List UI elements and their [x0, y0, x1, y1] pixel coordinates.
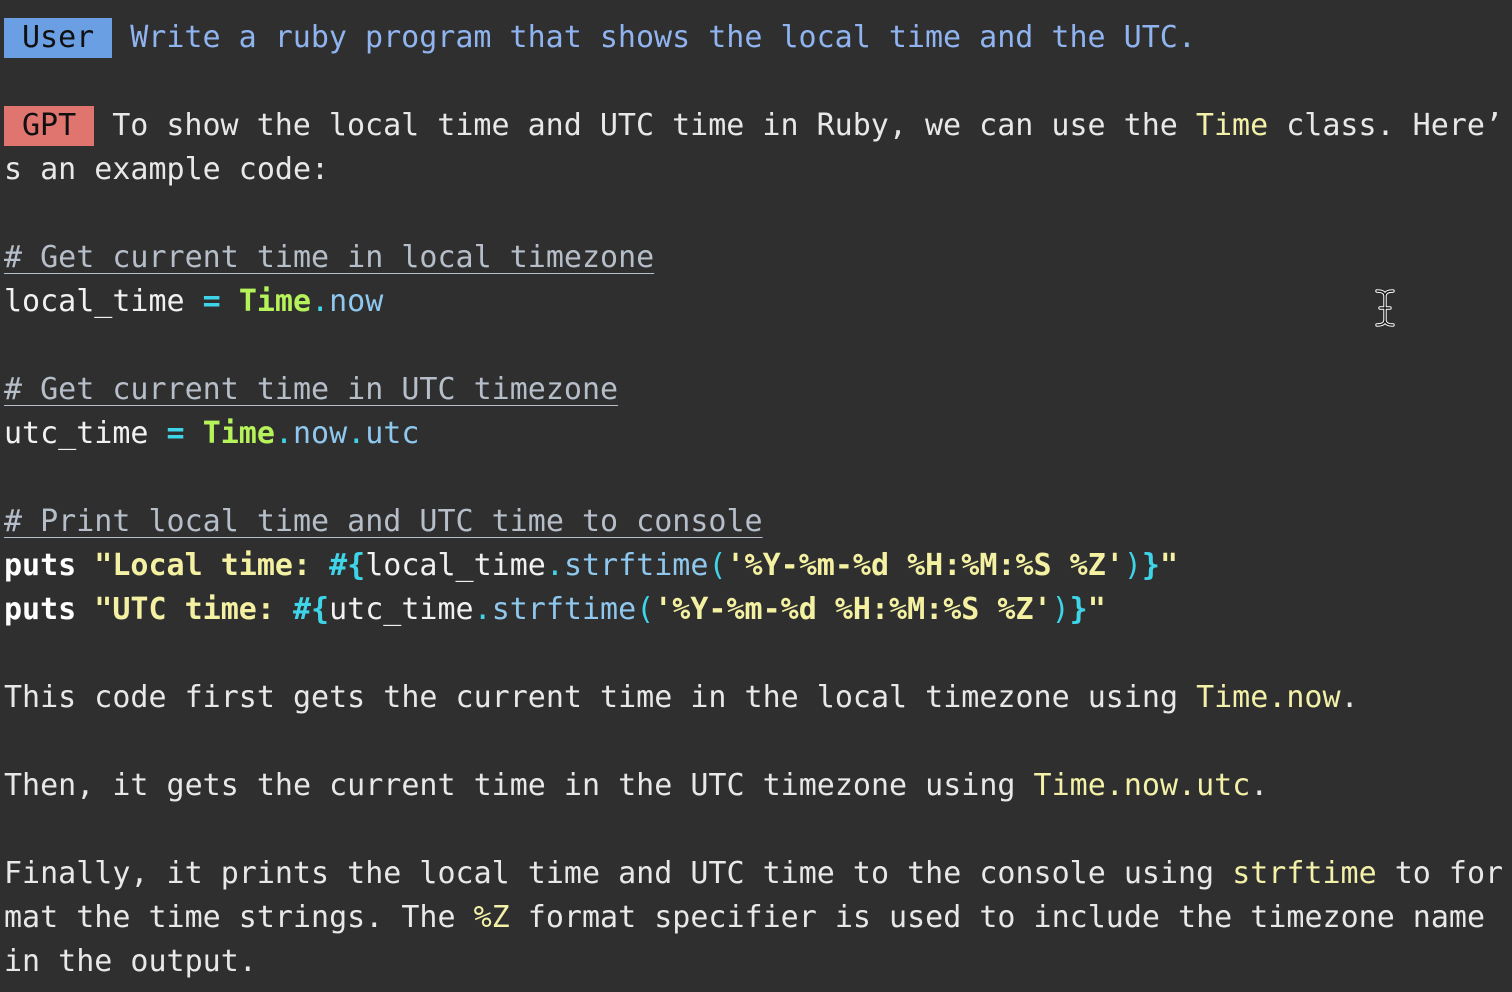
- code-line-puts-local: puts "Local time: #{local_time.strftime(…: [4, 544, 1512, 588]
- code-interp-close: }: [1069, 592, 1088, 627]
- code-string: "UTC time:: [76, 592, 293, 627]
- code-comment-2: # Get current time in UTC timezone: [4, 368, 1512, 412]
- code-dot: .: [473, 592, 492, 627]
- code-var: local_time: [4, 284, 185, 319]
- gpt-badge: GPT: [4, 106, 95, 146]
- code-paren: (: [636, 592, 655, 627]
- explanation-2: Then, it gets the current time in the UT…: [4, 764, 1512, 808]
- code-format-string: '%Y-%m-%d %H:%M:%S %Z': [654, 592, 1052, 627]
- code-interp-close: }: [1141, 548, 1160, 583]
- explanation-text: .: [1340, 680, 1359, 715]
- inline-code: strftime: [1232, 856, 1377, 891]
- explanation-3: Finally, it prints the local time and UT…: [4, 852, 1512, 896]
- gpt-intro-line-wrap: s an example code:: [4, 148, 1512, 192]
- code-var: local_time: [365, 548, 546, 583]
- code-var: utc_time: [329, 592, 474, 627]
- code-operator: =: [148, 416, 203, 451]
- terminal-window: User Write a ruby program that shows the …: [0, 16, 1512, 992]
- code-method: now: [293, 416, 348, 451]
- user-badge: User: [4, 18, 113, 58]
- code-keyword: puts: [4, 592, 77, 627]
- comment-text: # Get current time in UTC timezone: [4, 372, 619, 407]
- code-dot: .: [347, 416, 366, 451]
- explanation-3-wrap-1: mat the time strings. The %Z format spec…: [4, 896, 1512, 940]
- code-dot: .: [311, 284, 330, 319]
- explanation-text: Then, it gets the current time in the UT…: [4, 768, 1034, 803]
- explanation-1: This code first gets the current time in…: [4, 676, 1512, 720]
- text-cursor-icon: [1375, 289, 1395, 327]
- explanation-text: Finally, it prints the local time and UT…: [4, 856, 1233, 891]
- gpt-intro-text-wrap: s an example code:: [4, 152, 330, 187]
- code-dot: .: [545, 548, 564, 583]
- code-paren: ): [1123, 548, 1142, 583]
- code-comment-1: # Get current time in local timezone: [4, 236, 1512, 280]
- code-string: ": [1159, 548, 1179, 583]
- code-dot: .: [274, 416, 293, 451]
- gpt-intro-text-end: class. Here’: [1268, 108, 1503, 143]
- comment-text: # Print local time and UTC time to conso…: [4, 504, 763, 539]
- code-line-local-time: local_time = Time.now: [4, 280, 1512, 324]
- code-method: now: [329, 284, 384, 319]
- code-comment-3: # Print local time and UTC time to conso…: [4, 500, 1512, 544]
- user-message-line: User Write a ruby program that shows the …: [4, 16, 1512, 60]
- comment-text: # Get current time in local timezone: [4, 240, 655, 275]
- code-interp-open: #{: [329, 548, 366, 583]
- explanation-text: in the output.: [4, 944, 257, 979]
- explanation-text: This code first gets the current time in…: [4, 680, 1197, 715]
- explanation-text: format specifier is used to include the …: [509, 900, 1486, 935]
- explanation-text: mat the time strings. The: [4, 900, 474, 935]
- explanation-text: to for: [1376, 856, 1504, 891]
- code-var: utc_time: [4, 416, 149, 451]
- code-format-string: '%Y-%m-%d %H:%M:%S %Z': [726, 548, 1124, 583]
- code-line-utc-time: utc_time = Time.now.utc: [4, 412, 1512, 456]
- code-string: ": [1087, 592, 1106, 627]
- code-paren: (: [708, 548, 727, 583]
- code-method: strftime: [491, 592, 637, 627]
- gpt-intro-text: To show the local time and UTC time in R…: [112, 108, 1196, 143]
- inline-code: Time.now.utc: [1033, 768, 1251, 803]
- gpt-intro-class: Time: [1195, 108, 1269, 143]
- inline-code: Time.now: [1196, 680, 1341, 715]
- code-method: utc: [365, 416, 420, 451]
- code-string: "Local time:: [76, 548, 330, 583]
- inline-code: %Z: [473, 900, 510, 935]
- code-paren: ): [1051, 592, 1070, 627]
- code-interp-open: #{: [293, 592, 330, 627]
- explanation-3-wrap-2: in the output.: [4, 940, 1512, 984]
- code-constant: Time: [202, 416, 275, 451]
- code-keyword: puts: [4, 548, 77, 583]
- explanation-text: .: [1250, 768, 1269, 803]
- code-line-puts-utc: puts "UTC time: #{utc_time.strftime('%Y-…: [4, 588, 1512, 632]
- user-message: Write a ruby program that shows the loca…: [130, 20, 1196, 55]
- gpt-intro-line: GPT To show the local time and UTC time i…: [4, 104, 1512, 148]
- code-operator: =: [184, 284, 239, 319]
- code-method: strftime: [563, 548, 709, 583]
- code-constant: Time: [238, 284, 312, 319]
